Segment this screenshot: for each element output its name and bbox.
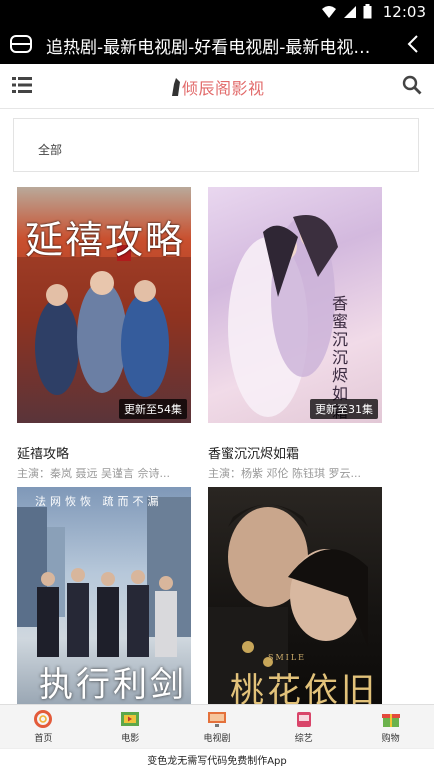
tab-home[interactable]: 首页 [0, 705, 87, 749]
tab-movie[interactable]: 电影 [87, 705, 174, 749]
episode-badge: 更新至54集 [119, 399, 187, 419]
variety-icon [296, 712, 311, 727]
poster-caption: 法网恢恢 疏而不漏 [35, 495, 163, 508]
card-actors: 主演：秦岚 聂远 吴谨言 佘诗... [17, 467, 170, 480]
tab-shopping[interactable]: 购物 [347, 705, 434, 749]
poster-image[interactable]: SMILE 桃花依旧 [208, 487, 382, 704]
card-actors: 主演：杨紫 邓伦 陈钰琪 罗云... [208, 467, 361, 480]
page-title: 追热剧-最新电视剧-好看电视剧-最新电视剧排... [46, 38, 378, 58]
lifebuoy-icon [34, 710, 53, 728]
film-icon [121, 712, 140, 726]
tab-label: 购物 [381, 734, 400, 744]
video-card[interactable]: 法网恢恢 疏而不漏 执行利剑 [17, 487, 191, 704]
window-icon[interactable] [10, 34, 32, 54]
tab-label: 首页 [34, 734, 53, 744]
video-card[interactable]: SMILE 桃花依旧 [208, 487, 382, 704]
promo-banner[interactable]: 变色龙无需写代码免费制作App [0, 748, 434, 774]
poster-caption: SMILE [268, 653, 306, 662]
tab-label: 电影 [121, 734, 140, 744]
back-icon[interactable] [406, 34, 420, 54]
menu-icon[interactable] [12, 76, 32, 94]
card-title[interactable]: 香蜜沉沉烬如霜 [208, 443, 382, 462]
tab-variety[interactable]: 综艺 [260, 705, 347, 749]
battery-icon [363, 4, 372, 19]
app-title-bar: 追热剧-最新电视剧-好看电视剧-最新电视剧排... [0, 24, 434, 64]
tab-label: 电视剧 [203, 734, 231, 744]
poster-title-text: 桃花依旧 [230, 671, 378, 704]
filter-box: 全部 [13, 118, 419, 172]
episode-badge: 更新至31集 [310, 399, 378, 419]
video-card[interactable]: 延禧攻略 更新至54集 延禧攻略 主演：秦岚 聂远 吴谨言 佘诗... [17, 187, 191, 481]
status-time: 12:03 [382, 3, 426, 21]
poster-title-text: 延禧攻略 [25, 218, 186, 262]
bottom-tab-bar: 首页 电影 电视剧 综艺 购物 [0, 704, 434, 749]
poster-image[interactable]: 法网恢恢 疏而不漏 执行利剑 [17, 487, 191, 704]
status-bar: 12:03 [0, 0, 434, 24]
tab-label: 综艺 [294, 734, 313, 744]
logo-mark-icon [172, 78, 180, 96]
status-icons [321, 4, 372, 19]
site-header: 倾辰阁影视 [0, 64, 434, 109]
search-icon[interactable] [402, 75, 422, 95]
poster-image[interactable]: 延禧攻略 更新至54集 [17, 187, 191, 423]
card-title[interactable]: 延禧攻略 [17, 443, 191, 462]
poster-image[interactable]: 香蜜沉沉烬如霜 更新至31集 [208, 187, 382, 423]
tv-icon [207, 712, 226, 727]
gift-icon [381, 714, 400, 727]
poster-title-text: 执行利剑 [39, 665, 187, 704]
filter-tag-all[interactable]: 全部 [38, 141, 62, 158]
wifi-icon [322, 5, 336, 18]
tab-tv[interactable]: 电视剧 [174, 705, 261, 749]
signal-icon [344, 5, 356, 18]
site-logo[interactable]: 倾辰阁影视 [172, 76, 265, 98]
logo-text: 倾辰阁影视 [182, 79, 265, 98]
video-card[interactable]: 香蜜沉沉烬如霜 更新至31集 香蜜沉沉烬如霜 主演：杨紫 邓伦 陈钰琪 罗云..… [208, 187, 382, 481]
